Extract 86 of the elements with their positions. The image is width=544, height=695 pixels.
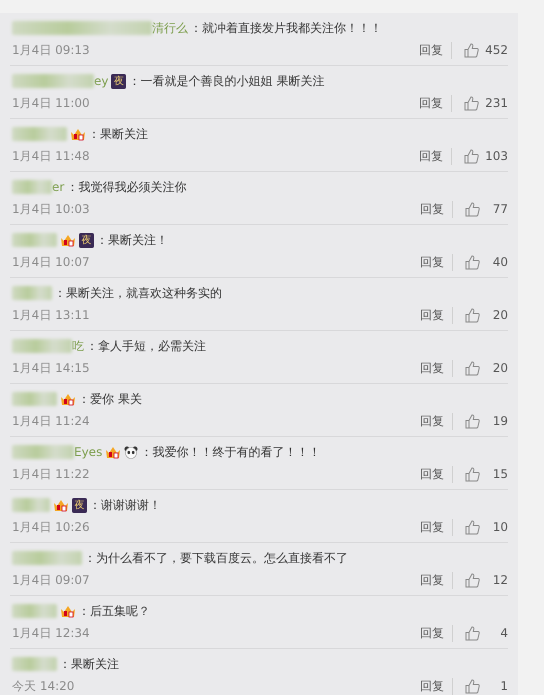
blurred-name bbox=[12, 286, 52, 300]
comment-text: ：拿人手短，必需关注 bbox=[86, 338, 206, 354]
reply-link[interactable]: 回复 bbox=[419, 148, 452, 164]
like-icon[interactable] bbox=[465, 678, 480, 694]
like-count: 4 bbox=[499, 626, 508, 640]
comment-text: ：一看就是个善良的小姐姐 果断关注 bbox=[128, 72, 324, 90]
night-badge: 夜 bbox=[111, 74, 126, 88]
like-icon[interactable] bbox=[465, 520, 480, 534]
like-icon[interactable] bbox=[465, 202, 480, 216]
reply-link[interactable]: 回复 bbox=[420, 360, 453, 376]
comment-text: ：我爱你！！终于有的看了！！！ bbox=[140, 444, 320, 460]
comment-text: ：后五集呢？ bbox=[78, 602, 150, 620]
reply-link[interactable]: 回复 bbox=[420, 466, 453, 482]
crown-icon bbox=[70, 127, 86, 141]
comment-text: ：爱你 果关 bbox=[78, 390, 142, 408]
timestamp: 1月4日 14:15 bbox=[12, 360, 91, 376]
like-count: 20 bbox=[492, 308, 508, 322]
comment-text: ：为什么看不了，要下载百度云。怎么直接看不了 bbox=[84, 550, 348, 566]
like-icon[interactable] bbox=[464, 148, 480, 164]
reply-link[interactable]: 回复 bbox=[420, 624, 453, 642]
blurred-name bbox=[12, 551, 82, 565]
reply-link[interactable]: 回复 bbox=[420, 306, 453, 324]
like-icon[interactable] bbox=[465, 308, 480, 322]
blurred-name bbox=[12, 233, 57, 247]
timestamp: 1月4日 10:07 bbox=[12, 254, 91, 270]
blurred-name bbox=[12, 339, 72, 353]
blurred-name bbox=[12, 445, 74, 459]
like-icon[interactable] bbox=[465, 414, 480, 428]
timestamp: 1月4日 11:24 bbox=[12, 412, 91, 430]
timestamp: 1月4日 11:48 bbox=[12, 148, 91, 164]
like-count: 20 bbox=[492, 361, 508, 375]
blurred-name bbox=[12, 392, 57, 406]
like-count: 12 bbox=[492, 573, 508, 587]
crown-icon bbox=[105, 445, 122, 459]
comment-text: ：果断关注 bbox=[88, 126, 148, 142]
reply-link[interactable]: 回复 bbox=[420, 254, 453, 270]
like-icon[interactable] bbox=[464, 42, 480, 58]
night-badge: 夜 bbox=[79, 232, 94, 248]
blurred-name bbox=[12, 657, 57, 671]
like-count: 10 bbox=[492, 520, 508, 534]
like-count: 19 bbox=[492, 414, 508, 428]
like-icon[interactable] bbox=[465, 254, 480, 270]
like-icon[interactable] bbox=[465, 626, 480, 640]
timestamp: 1月4日 10:03 bbox=[12, 200, 91, 218]
crown-icon bbox=[53, 498, 69, 512]
like-count: 40 bbox=[492, 255, 508, 269]
reply-link[interactable]: 回复 bbox=[420, 678, 453, 694]
like-count: 77 bbox=[492, 202, 508, 216]
timestamp: 今天 14:20 bbox=[12, 678, 76, 694]
like-count: 231 bbox=[485, 96, 508, 110]
blurred-name bbox=[12, 180, 52, 194]
crown-icon bbox=[60, 392, 76, 406]
blurred-name bbox=[12, 498, 50, 512]
comment-text: ：果断关注 bbox=[59, 656, 119, 672]
crown-icon bbox=[60, 604, 76, 618]
timestamp: 1月4日 10:26 bbox=[12, 518, 91, 536]
timestamp: 1月4日 09:13 bbox=[12, 42, 91, 58]
panda-icon bbox=[124, 446, 138, 458]
comment-text: ：就冲着直接发片我都关注你！！！ bbox=[190, 20, 382, 36]
like-icon[interactable] bbox=[465, 360, 480, 376]
reply-link[interactable]: 回复 bbox=[419, 94, 452, 112]
like-icon[interactable] bbox=[465, 466, 480, 482]
timestamp: 1月4日 11:22 bbox=[12, 466, 91, 482]
reply-link[interactable]: 回复 bbox=[420, 412, 453, 430]
timestamp: 1月4日 11:00 bbox=[12, 94, 91, 112]
like-icon[interactable] bbox=[464, 96, 480, 110]
timestamp: 1月4日 09:07 bbox=[12, 572, 91, 588]
comment-text: ：谢谢谢谢！ bbox=[89, 496, 161, 514]
crown-icon bbox=[60, 233, 76, 247]
like-count: 1 bbox=[499, 679, 508, 693]
blurred-name bbox=[12, 127, 67, 141]
comment-text: ：果断关注！ bbox=[96, 232, 168, 248]
timestamp: 1月4日 12:34 bbox=[12, 624, 91, 642]
reply-link[interactable]: 回复 bbox=[420, 200, 453, 218]
like-count: 15 bbox=[492, 467, 508, 481]
like-icon[interactable] bbox=[465, 572, 480, 588]
night-badge: 夜 bbox=[72, 498, 87, 512]
like-count: 103 bbox=[485, 149, 508, 163]
blurred-name bbox=[12, 604, 57, 618]
reply-link[interactable]: 回复 bbox=[420, 518, 453, 536]
timestamp: 1月4日 13:11 bbox=[12, 306, 91, 324]
comment-text: ：我觉得我必须关注你 bbox=[66, 178, 186, 196]
reply-link[interactable]: 回复 bbox=[419, 42, 452, 58]
reply-link[interactable]: 回复 bbox=[420, 572, 453, 588]
like-count: 452 bbox=[485, 43, 508, 57]
comment-text: ：果断关注，就喜欢这种务实的 bbox=[54, 284, 222, 302]
